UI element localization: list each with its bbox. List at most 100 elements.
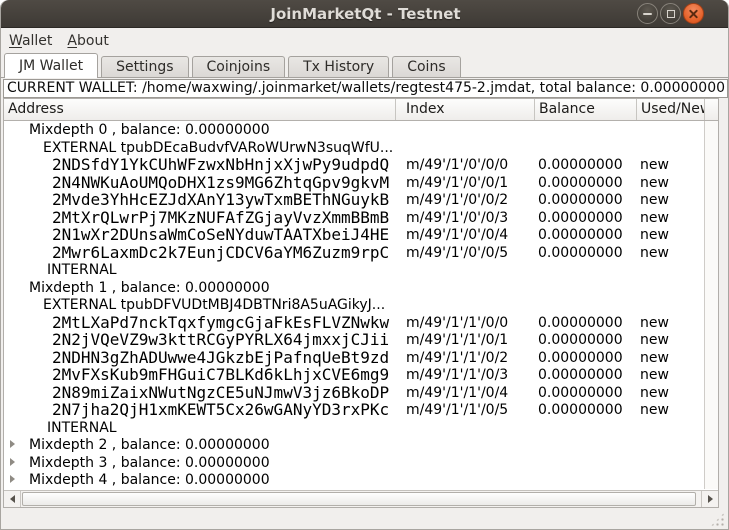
index-path: m/49'/1'/0'/0/0 — [406, 157, 508, 173]
used-new-status: new — [640, 157, 669, 173]
tab-jm-wallet[interactable]: JM Wallet — [4, 53, 98, 78]
horizontal-scrollbar-thumb[interactable] — [22, 492, 696, 506]
close-button[interactable] — [683, 3, 704, 24]
address-row[interactable]: 2N1wXr2DUnsaWmCoSeNYduwTAATXbeiJ4HEm/49'… — [4, 226, 704, 244]
address-text: 2MtLXaPd7nckTqxfymgcGjaFkEsFLVZNwkw — [52, 313, 389, 332]
used-new-status: new — [640, 245, 669, 261]
balance-value: 0.00000000 — [538, 192, 623, 208]
mixdepth-row[interactable]: Mixdepth 0 , balance: 0.00000000 — [4, 121, 704, 139]
header-index[interactable]: Index — [395, 99, 534, 120]
mixdepth-row[interactable]: Mixdepth 1 , balance: 0.00000000 — [4, 279, 704, 297]
row-label: EXTERNAL tpubDEcaBudvfVARoWUrwN3suqWfU..… — [43, 140, 393, 156]
address-row[interactable]: 2MtXrQLwrPj7MKzNUFAfZGjayVvzXmmBBmBm/49'… — [4, 209, 704, 227]
expand-arrow-icon[interactable] — [10, 458, 15, 466]
used-new-status: new — [640, 315, 669, 331]
used-new-status: new — [640, 227, 669, 243]
balance-value: 0.00000000 — [538, 227, 623, 243]
row-label: Mixdepth 0 , balance: 0.00000000 — [29, 122, 270, 138]
address-row[interactable]: 2MvFXsKub9mFHGuiC7BLKd6kLhjxCVE6mg9m/49'… — [4, 366, 704, 384]
row-label: Mixdepth 1 , balance: 0.00000000 — [29, 280, 270, 296]
table-header: Address Index Balance Used/New — [4, 99, 718, 121]
menu-accelerator: A — [67, 33, 77, 49]
tree-viewport: Mixdepth 0 , balance: 0.00000000 EXTERNAL… — [4, 121, 704, 489]
tab-tx-history[interactable]: Tx History — [288, 56, 389, 77]
row-label: Mixdepth 2 , balance: 0.00000000 — [29, 437, 270, 453]
minimize-button[interactable] — [637, 3, 658, 24]
address-row[interactable]: 2NDHN3gZhADUwwe4JGkzbEjPafnqUeBt9zd m/49'… — [4, 349, 704, 367]
index-path: m/49'/1'/1'/0/1 — [406, 332, 508, 348]
address-text: 2MtXrQLwrPj7MKzNUFAfZGjayVvzXmmBBmB — [52, 208, 389, 227]
balance-value: 0.00000000 — [538, 210, 623, 226]
used-new-status: new — [640, 367, 669, 383]
header-used-new[interactable]: Used/New — [636, 99, 704, 120]
tab-coins[interactable]: Coins — [392, 56, 460, 77]
balance-value: 0.00000000 — [538, 315, 623, 331]
address-text: 2N4NWKuAoUMQoDHX1zs9MG6ZhtqGpv9gkvM — [52, 173, 389, 192]
index-path: m/49'/1'/1'/0/2 — [406, 350, 508, 366]
address-row[interactable]: 2N4NWKuAoUMQoDHX1zs9MG6ZhtqGpv9gkvMm/49'… — [4, 174, 704, 192]
minimize-icon — [643, 13, 652, 15]
scroll-right-icon — [708, 495, 713, 503]
scroll-left-button[interactable] — [4, 491, 21, 507]
balance-value: 0.00000000 — [538, 175, 623, 191]
address-text: 2Mwr6LaxmDc2k7EunjCDCV6aYM6Zuzm9rpC — [52, 243, 389, 262]
header-address[interactable]: Address — [4, 99, 395, 120]
mixdepth-row[interactable]: Mixdepth 2 , balance: 0.00000000 — [4, 436, 704, 454]
menu-label: allet — [22, 33, 52, 49]
address-row[interactable]: 2NDSfdY1YkCUhWFzwxNbHnjxXjwPy9udpdQ m/49'… — [4, 156, 704, 174]
address-row[interactable]: 2N7jha2QjH1xmKEWT5Cx26wGANyYD3rxPKc m/49'… — [4, 401, 704, 419]
external-branch-row[interactable]: EXTERNAL tpubDEcaBudvfVARoWUrwN3suqWfU..… — [4, 139, 704, 157]
address-row[interactable]: 2N2jVQeVZ9w3kttRCGyPYRLX64jmxxjCJii m/49'… — [4, 331, 704, 349]
title-bar[interactable]: JoinMarketQt - Testnet — [1, 0, 729, 28]
balance-value: 0.00000000 — [538, 157, 623, 173]
address-text: 2N1wXr2DUnsaWmCoSeNYduwTAATXbeiJ4HE — [52, 225, 389, 244]
mixdepth-row[interactable]: Mixdepth 4 , balance: 0.00000000 — [4, 471, 704, 489]
expand-arrow-icon[interactable] — [10, 440, 15, 448]
used-new-status: new — [640, 350, 669, 366]
close-icon — [688, 8, 699, 19]
resize-grip[interactable] — [710, 512, 725, 527]
address-row[interactable]: 2MtLXaPd7nckTqxfymgcGjaFkEsFLVZNwkw m/49'… — [4, 314, 704, 332]
address-row[interactable]: 2Mvde3YhHcEZJdXAnY13ywTxmBEThNGuykB m/49'… — [4, 191, 704, 209]
scroll-right-button[interactable] — [701, 491, 718, 507]
tab-coinjoins[interactable]: Coinjoins — [192, 56, 286, 77]
menu-item-about[interactable]: About — [67, 31, 114, 51]
mixdepth-row[interactable]: Mixdepth 3 , balance: 0.00000000 — [4, 454, 704, 472]
external-branch-row[interactable]: EXTERNAL tpubDFVUDtMBJ4DBTNri8A5uAGikyJ.… — [4, 296, 704, 314]
used-new-status: new — [640, 192, 669, 208]
index-path: m/49'/1'/1'/0/5 — [406, 402, 508, 418]
address-text: 2NDSfdY1YkCUhWFzwxNbHnjxXjwPy9udpdQ — [52, 155, 389, 174]
maximize-button[interactable] — [660, 3, 681, 24]
address-text: 2N7jha2QjH1xmKEWT5Cx26wGANyYD3rxPKc — [52, 400, 389, 419]
balance-value: 0.00000000 — [538, 332, 623, 348]
header-balance[interactable]: Balance — [534, 99, 636, 120]
balance-value: 0.00000000 — [538, 402, 623, 418]
tab-settings[interactable]: Settings — [101, 56, 188, 77]
status-bar — [1, 508, 728, 530]
address-row[interactable]: 2N89miZaixNWutNgzCE5uNJmwV3jz6BkoDPm/49'… — [4, 384, 704, 402]
row-label: INTERNAL — [47, 262, 117, 278]
balance-value: 0.00000000 — [538, 350, 623, 366]
tab-bar: JM WalletSettingsCoinjoinsTx HistoryCoin… — [1, 52, 728, 78]
expand-arrow-icon[interactable] — [10, 475, 15, 483]
menu-accelerator: W — [9, 33, 22, 49]
address-text: 2NDHN3gZhADUwwe4JGkzbEjPafnqUeBt9zd — [52, 348, 389, 367]
index-path: m/49'/1'/0'/0/2 — [406, 192, 508, 208]
internal-branch-row[interactable]: INTERNAL — [4, 419, 704, 437]
balance-value: 0.00000000 — [538, 367, 623, 383]
index-path: m/49'/1'/1'/0/0 — [406, 315, 508, 331]
address-text: 2Mvde3YhHcEZJdXAnY13ywTxmBEThNGuykB — [52, 190, 389, 209]
current-wallet-banner: CURRENT WALLET: /home/waxwing/.joinmarke… — [3, 79, 728, 98]
vertical-scrollbar[interactable] — [704, 121, 718, 489]
address-row[interactable]: 2Mwr6LaxmDc2k7EunjCDCV6aYM6Zuzm9rpCm/49'… — [4, 244, 704, 262]
used-new-status: new — [640, 210, 669, 226]
menu-item-wallet[interactable]: Wallet — [9, 31, 58, 51]
horizontal-scrollbar[interactable] — [4, 490, 718, 507]
row-label: EXTERNAL tpubDFVUDtMBJ4DBTNri8A5uAGikyJ.… — [43, 297, 385, 313]
used-new-status: new — [640, 385, 669, 401]
maximize-icon — [667, 10, 675, 18]
internal-branch-row[interactable]: INTERNAL — [4, 261, 704, 279]
address-text: 2N2jVQeVZ9w3kttRCGyPYRLX64jmxxjCJii — [52, 330, 389, 349]
balance-value: 0.00000000 — [538, 385, 623, 401]
used-new-status: new — [640, 402, 669, 418]
